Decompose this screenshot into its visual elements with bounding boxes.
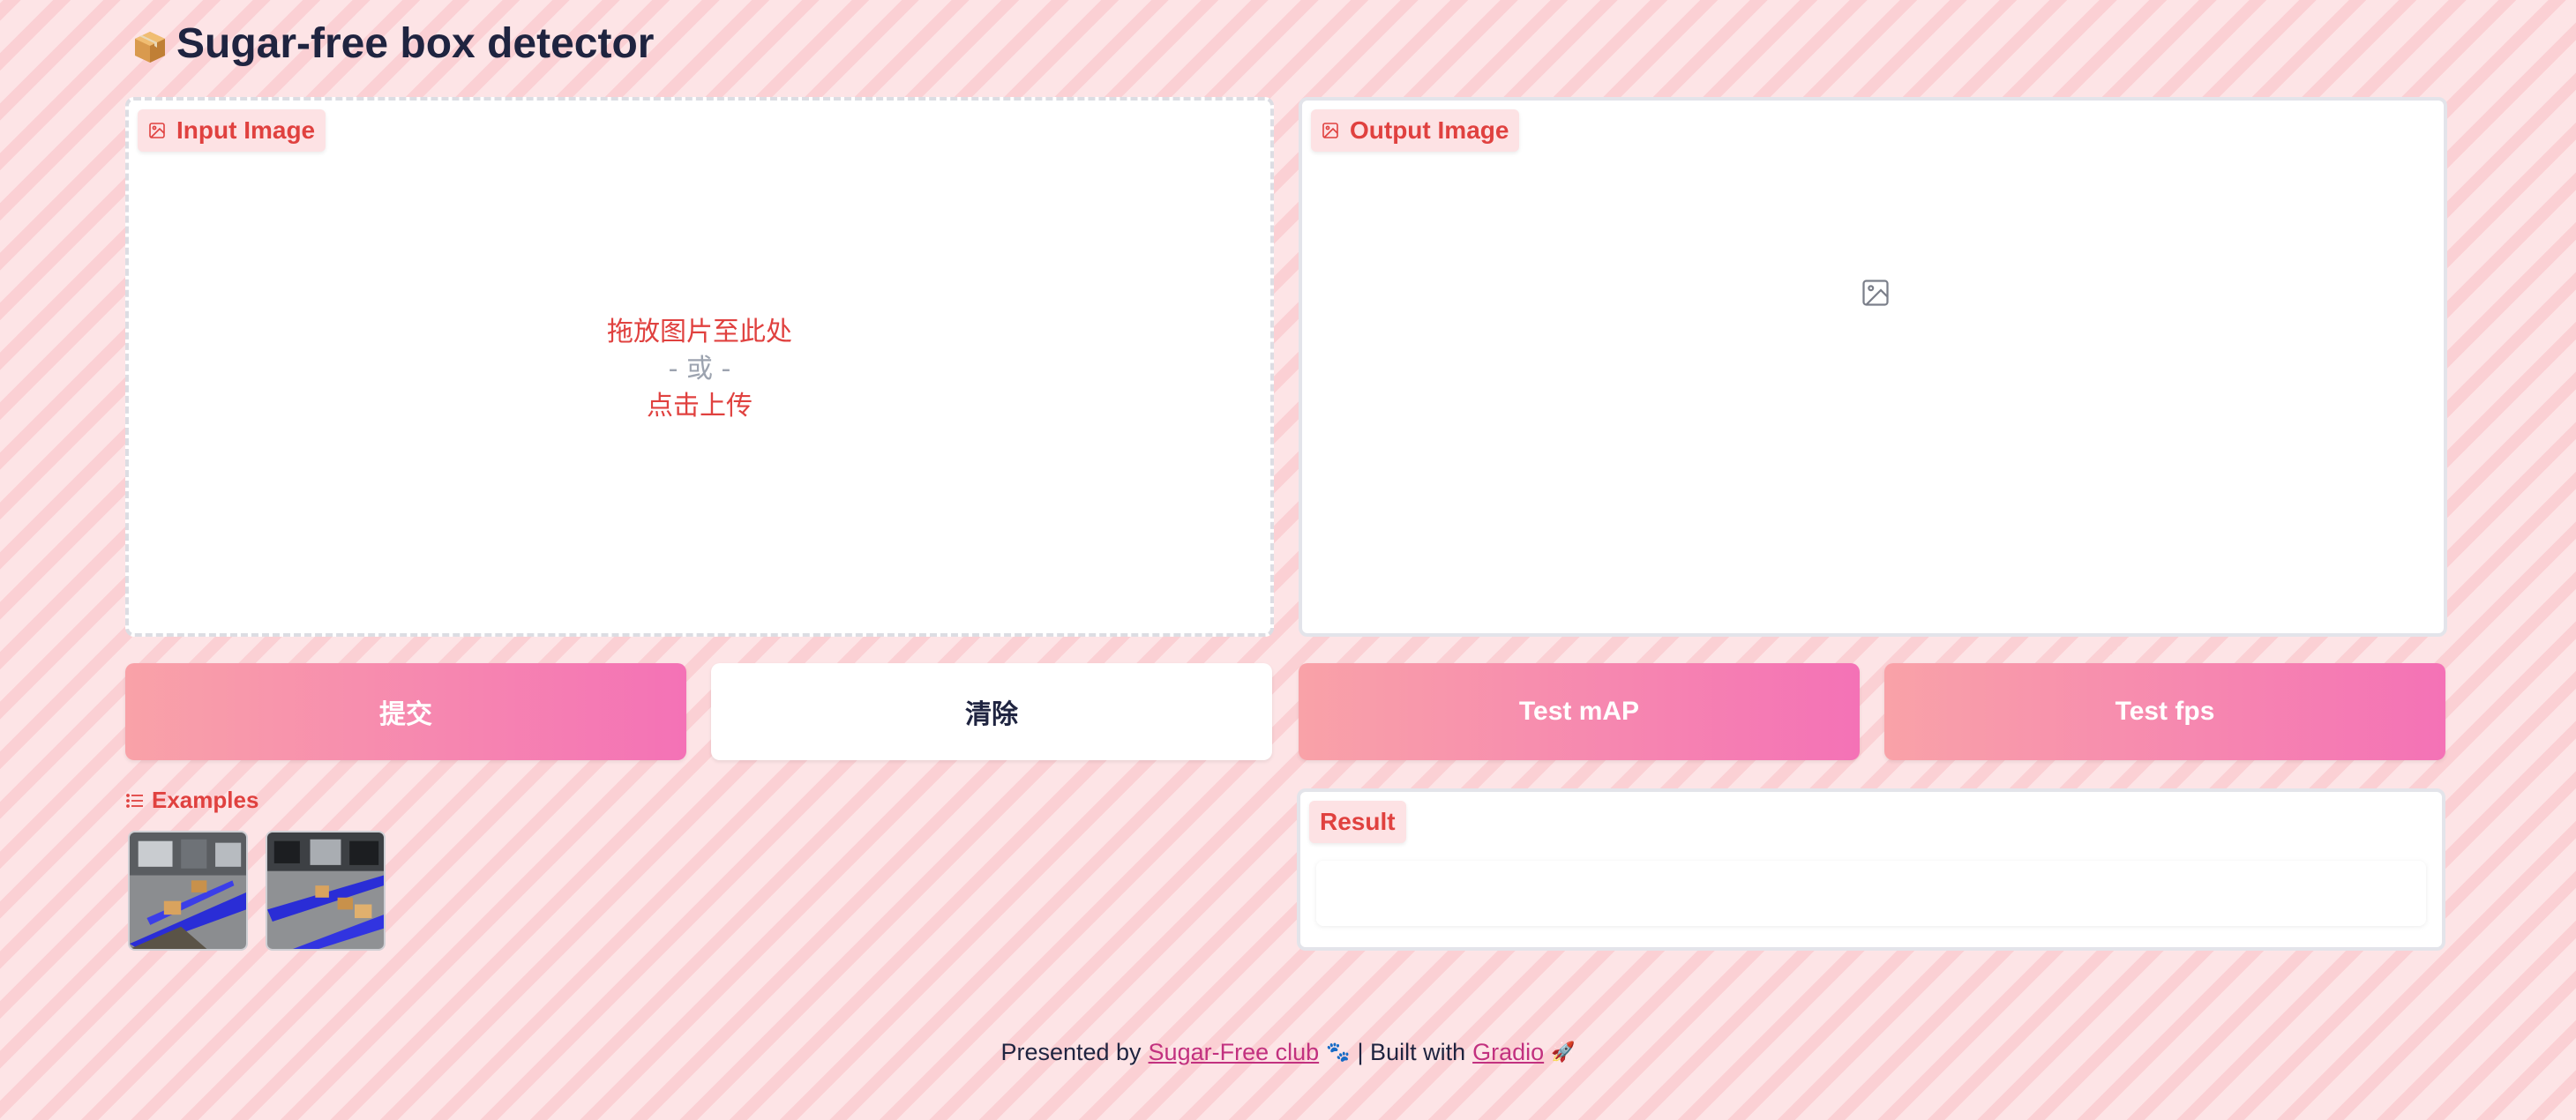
clear-button[interactable]: 清除 bbox=[711, 663, 1272, 760]
paw-icon: 🐾 bbox=[1326, 1042, 1351, 1064]
examples-label: Examples bbox=[125, 787, 258, 814]
drop-here-text: 拖放图片至此处 bbox=[607, 317, 792, 347]
test-fps-button[interactable]: Test fps bbox=[1884, 663, 2445, 760]
page-title: Sugar-free box detector bbox=[176, 20, 655, 67]
list-icon bbox=[126, 793, 143, 808]
click-upload-text[interactable]: 点击上传 bbox=[129, 388, 1270, 425]
image-placeholder-icon bbox=[1862, 280, 1889, 306]
submit-button[interactable]: 提交 bbox=[125, 663, 686, 760]
result-label: Result bbox=[1309, 801, 1406, 843]
example-thumbnail-2[interactable] bbox=[266, 831, 386, 951]
input-image-label: Input Image bbox=[138, 109, 326, 152]
output-image-panel: Output Image bbox=[1299, 97, 2447, 637]
app-title: Sugar-free box detector bbox=[132, 19, 654, 68]
gradio-link[interactable]: Gradio bbox=[1472, 1039, 1544, 1066]
result-output-field[interactable] bbox=[1316, 861, 2426, 926]
footer: Presented by Sugar-Free club 🐾 | Built w… bbox=[0, 1039, 2576, 1066]
or-text: - 或 - bbox=[668, 354, 731, 385]
result-panel: Result bbox=[1297, 788, 2445, 951]
test-map-button[interactable]: Test mAP bbox=[1299, 663, 1860, 760]
built-with-text: | Built with bbox=[1357, 1039, 1466, 1065]
rocket-icon: 🚀 bbox=[1551, 1042, 1576, 1064]
image-icon bbox=[1322, 123, 1338, 138]
presented-by-text: Presented by bbox=[1000, 1039, 1142, 1065]
upload-prompt[interactable]: 拖放图片至此处 - 或 - 点击上传 bbox=[129, 314, 1270, 425]
sugar-free-club-link[interactable]: Sugar-Free club bbox=[1149, 1039, 1320, 1066]
input-image-dropzone[interactable]: Input Image 拖放图片至此处 - 或 - 点击上传 bbox=[125, 97, 1274, 637]
example-thumbnail-1[interactable] bbox=[128, 831, 248, 951]
image-icon bbox=[149, 123, 165, 138]
output-image-label: Output Image bbox=[1311, 109, 1520, 152]
package-icon bbox=[132, 26, 168, 63]
